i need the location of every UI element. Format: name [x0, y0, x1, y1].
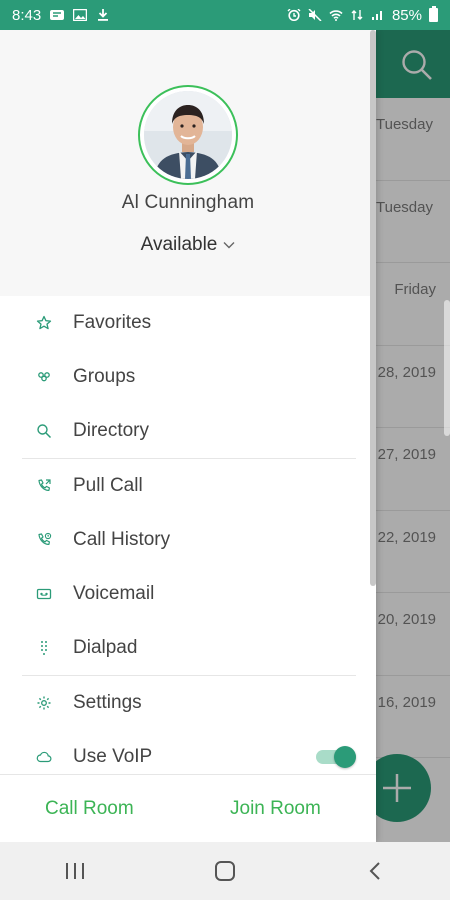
mute-icon [308, 9, 322, 21]
presence-label: Available [140, 234, 218, 255]
recents-icon [66, 863, 84, 879]
menu-item-favorites[interactable]: Favorites [22, 296, 356, 350]
signal-icon [371, 11, 382, 20]
call-room-button[interactable]: Call Room [45, 798, 134, 820]
status-bar: 8:43 85% [0, 0, 450, 30]
join-room-button[interactable]: Join Room [230, 798, 321, 820]
home-button[interactable] [205, 856, 245, 886]
menu-label: Dialpad [73, 637, 138, 658]
alarm-icon [287, 9, 301, 21]
menu-label: Favorites [73, 312, 152, 333]
menu-label: Call History [73, 529, 171, 550]
battery-percent: 85% [391, 6, 422, 24]
navigation-drawer: Al Cunningham Available Favorites Groups… [0, 30, 376, 842]
menu-label: Use VoIP [73, 746, 153, 767]
system-nav-bar [0, 842, 450, 900]
presence-selector[interactable]: Available [0, 234, 376, 256]
groups-icon [38, 372, 50, 382]
menu-item-pull-call[interactable]: Pull Call [22, 459, 356, 513]
notification-icon [50, 10, 65, 20]
drawer-menu: Favorites Groups Directory Pull Call Cal… [22, 296, 356, 784]
use-voip-toggle[interactable] [316, 746, 356, 768]
avatar[interactable] [138, 85, 238, 185]
gear-icon [37, 696, 51, 710]
menu-label: Groups [73, 366, 136, 387]
background-scrollbar [444, 300, 450, 436]
menu-label: Voicemail [73, 583, 155, 604]
image-icon [73, 9, 88, 21]
voicemail-icon [36, 588, 52, 600]
menu-item-voicemail[interactable]: Voicemail [22, 567, 356, 621]
toggle-thumb [334, 746, 356, 768]
menu-label: Settings [73, 692, 142, 713]
menu-item-call-history[interactable]: Call History [22, 513, 356, 567]
recents-button[interactable] [55, 856, 95, 886]
menu-label: Pull Call [73, 475, 143, 496]
dialpad-icon [41, 641, 47, 655]
cloud-icon [36, 751, 52, 763]
person-icon [144, 91, 232, 179]
wifi-icon [329, 10, 343, 21]
battery-icon [429, 6, 438, 22]
status-time: 8:43 [12, 6, 42, 24]
drawer-scrollbar[interactable] [370, 30, 376, 586]
search-icon [37, 424, 52, 439]
avatar-image [144, 91, 232, 179]
menu-item-settings[interactable]: Settings [22, 676, 356, 730]
user-name: Al Cunningham [121, 192, 255, 213]
home-icon [215, 861, 235, 881]
menu-item-directory[interactable]: Directory [22, 404, 356, 458]
menu-item-dialpad[interactable]: Dialpad [22, 621, 356, 675]
back-button[interactable] [355, 856, 395, 886]
call-history-icon [38, 532, 52, 546]
profile-header: Al Cunningham Available [0, 30, 376, 296]
drawer-actions: Call Room Join Room [0, 774, 376, 842]
chevron-down-icon [223, 242, 235, 249]
download-icon [98, 9, 109, 21]
pull-call-icon [38, 479, 51, 492]
data-icon [351, 10, 363, 20]
menu-label: Directory [73, 420, 150, 441]
back-icon [369, 862, 380, 880]
star-icon [36, 315, 52, 330]
menu-item-groups[interactable]: Groups [22, 350, 356, 404]
